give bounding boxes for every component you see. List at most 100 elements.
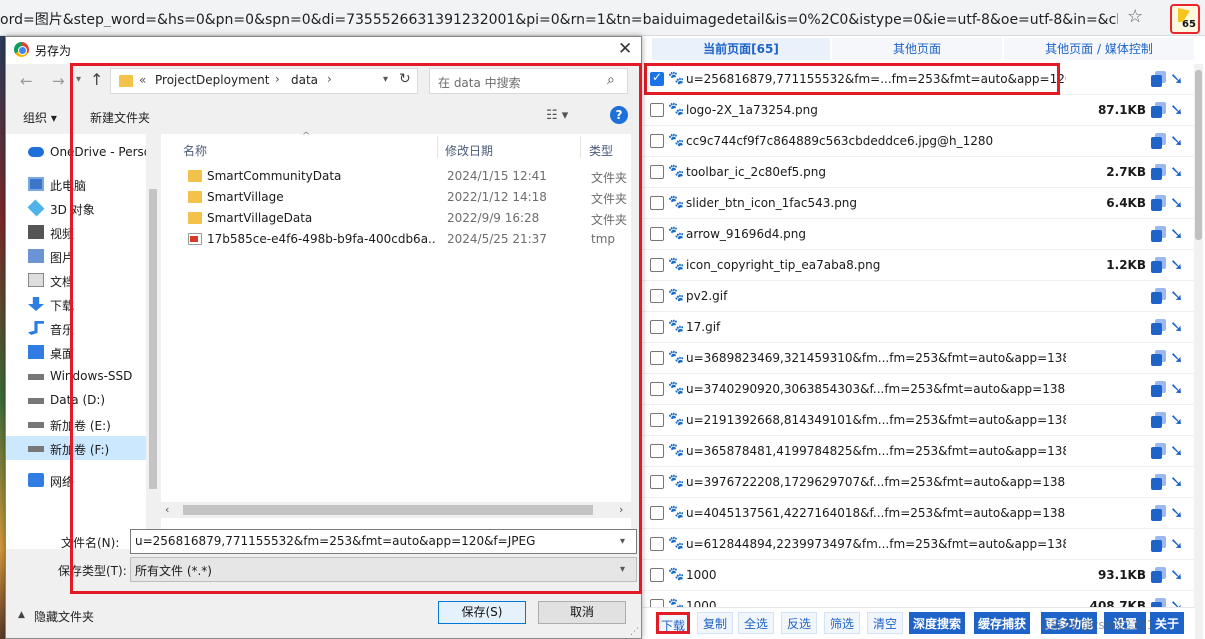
computer-icon bbox=[28, 177, 44, 191]
save-button[interactable]: 保存(S) bbox=[438, 601, 526, 624]
resource-row[interactable]: 🐾 1000 93.1KB ➘ bbox=[642, 560, 1195, 591]
about-button[interactable]: 关于 bbox=[1150, 612, 1184, 634]
copy-link-icon[interactable] bbox=[1151, 474, 1166, 490]
caret-up-icon[interactable]: ▲ bbox=[18, 610, 25, 620]
download-arrow-icon[interactable]: ➘ bbox=[1170, 224, 1183, 243]
copy-link-icon[interactable] bbox=[1151, 226, 1166, 242]
row-checkbox[interactable] bbox=[650, 537, 664, 551]
download-arrow-icon[interactable]: ➘ bbox=[1170, 441, 1183, 460]
address-bar[interactable]: ord=图片&step_word=&hs=0&pn=0&spn=0&di=735… bbox=[0, 0, 1205, 36]
download-arrow-icon[interactable]: ➘ bbox=[1170, 503, 1183, 522]
copy-link-icon[interactable] bbox=[1151, 102, 1166, 118]
deep-search-button[interactable]: 深度搜索 bbox=[909, 612, 965, 634]
download-arrow-icon[interactable]: ➘ bbox=[1170, 193, 1183, 212]
download-arrow-icon[interactable]: ➘ bbox=[1170, 100, 1183, 119]
row-checkbox[interactable] bbox=[650, 320, 664, 334]
url-text[interactable]: ord=图片&step_word=&hs=0&pn=0&spn=0&di=735… bbox=[0, 9, 1118, 27]
row-checkbox[interactable] bbox=[650, 382, 664, 396]
copy-link-icon[interactable] bbox=[1151, 412, 1166, 428]
resize-grip-icon[interactable]: ⋰ bbox=[630, 627, 639, 637]
row-checkbox[interactable] bbox=[650, 289, 664, 303]
panel-scrollbar[interactable] bbox=[1194, 64, 1203, 639]
back-arrow-icon[interactable]: ← bbox=[20, 72, 33, 90]
resource-name: 17.gif bbox=[686, 320, 721, 334]
copy-link-icon[interactable] bbox=[1151, 133, 1166, 149]
resource-row[interactable]: 🐾 u=365878481,4199784825&fm...fm=253&fmt=… bbox=[642, 436, 1195, 467]
resource-row[interactable]: 🐾 u=2191392668,814349101&fm...fm=253&fmt=… bbox=[642, 405, 1195, 436]
resource-row[interactable]: 🐾 u=3740290920,3063854303&f...fm=253&fmt=… bbox=[642, 374, 1195, 405]
copy-link-icon[interactable] bbox=[1151, 195, 1166, 211]
resource-name: u=365878481,4199784825&fm...fm=253&fmt=a… bbox=[686, 444, 1066, 458]
download-arrow-icon[interactable]: ➘ bbox=[1170, 255, 1183, 274]
filter-button[interactable]: 筛选 bbox=[824, 612, 860, 634]
resource-row[interactable]: 🐾 u=3976722208,1729629707&f...fm=253&fmt=… bbox=[642, 467, 1195, 498]
bookmark-star-icon[interactable]: ☆ bbox=[1127, 6, 1147, 28]
copy-link-icon[interactable] bbox=[1151, 381, 1166, 397]
tab-current-page[interactable]: 当前页面[65] bbox=[652, 38, 830, 60]
download-arrow-icon[interactable]: ➘ bbox=[1170, 317, 1183, 336]
download-button[interactable]: 下载 bbox=[656, 612, 690, 634]
download-arrow-icon[interactable]: ➘ bbox=[1170, 410, 1183, 429]
resource-row[interactable]: 🐾 u=3689823469,321459310&fm...fm=253&fmt=… bbox=[642, 343, 1195, 374]
download-arrow-icon[interactable]: ➘ bbox=[1170, 534, 1183, 553]
copy-button[interactable]: 复制 bbox=[697, 612, 733, 634]
resource-row[interactable]: 🐾 cc9c744cf9f7c864889c563cbdeddce6.jpg@h_… bbox=[642, 126, 1195, 157]
select-all-button[interactable]: 全选 bbox=[738, 612, 774, 634]
resource-row[interactable]: 🐾 toolbar_ic_2c80ef5.png 2.7KB ➘ bbox=[642, 157, 1195, 188]
resource-row[interactable]: 🐾 u=4045137561,4227164018&f...fm=253&fmt=… bbox=[642, 498, 1195, 529]
row-checkbox[interactable] bbox=[650, 165, 664, 179]
download-arrow-icon[interactable]: ➘ bbox=[1170, 565, 1183, 584]
copy-link-icon[interactable] bbox=[1151, 164, 1166, 180]
download-arrow-icon[interactable]: ➘ bbox=[1170, 69, 1183, 88]
forward-arrow-icon[interactable]: → bbox=[52, 72, 65, 90]
resource-row[interactable]: 🐾 slider_btn_icon_1fac543.png 6.4KB ➘ bbox=[642, 188, 1195, 219]
close-icon[interactable]: ✕ bbox=[618, 39, 632, 59]
resource-row[interactable]: 🐾 arrow_91696d4.png ➘ bbox=[642, 219, 1195, 250]
resource-name: u=2191392668,814349101&fm...fm=253&fmt=a… bbox=[686, 413, 1066, 427]
row-checkbox[interactable] bbox=[650, 506, 664, 520]
cache-capture-button[interactable]: 缓存捕获 bbox=[974, 612, 1030, 634]
dialog-titlebar[interactable]: 另存为 ✕ bbox=[6, 37, 641, 64]
download-arrow-icon[interactable]: ➘ bbox=[1170, 379, 1183, 398]
clear-button[interactable]: 清空 bbox=[867, 612, 903, 634]
row-checkbox[interactable] bbox=[650, 227, 664, 241]
download-arrow-icon[interactable]: ➘ bbox=[1170, 286, 1183, 305]
row-checkbox[interactable] bbox=[650, 351, 664, 365]
tab-other-pages[interactable]: 其他页面 bbox=[832, 38, 1002, 60]
download-arrow-icon[interactable]: ➘ bbox=[1170, 162, 1183, 181]
row-checkbox[interactable] bbox=[650, 258, 664, 272]
organize-menu[interactable]: 组织 ▾ bbox=[23, 109, 57, 126]
resource-row[interactable]: 🐾 u=612844894,2239973497&fm...fm=253&fmt=… bbox=[642, 529, 1195, 560]
row-checkbox[interactable] bbox=[650, 103, 664, 117]
copy-link-icon[interactable] bbox=[1151, 257, 1166, 273]
download-arrow-icon[interactable]: ➘ bbox=[1170, 131, 1183, 150]
copy-link-icon[interactable] bbox=[1151, 443, 1166, 459]
row-checkbox[interactable] bbox=[650, 568, 664, 582]
copy-link-icon[interactable] bbox=[1151, 350, 1166, 366]
invert-selection-button[interactable]: 反选 bbox=[781, 612, 817, 634]
drive-icon bbox=[28, 398, 44, 404]
copy-link-icon[interactable] bbox=[1151, 288, 1166, 304]
row-checkbox[interactable] bbox=[650, 413, 664, 427]
copy-link-icon[interactable] bbox=[1151, 536, 1166, 552]
resource-row[interactable]: 🐾 17.gif ➘ bbox=[642, 312, 1195, 343]
row-checkbox[interactable] bbox=[650, 444, 664, 458]
resource-row[interactable]: 🐾 icon_copyright_tip_ea7aba8.png 1.2KB ➘ bbox=[642, 250, 1195, 281]
resource-row[interactable]: 🐾 logo-2X_1a73254.png 87.1KB ➘ bbox=[642, 95, 1195, 126]
resource-row[interactable]: 🐾 pv2.gif ➘ bbox=[642, 281, 1195, 312]
copy-link-icon[interactable] bbox=[1151, 319, 1166, 335]
extension-button[interactable]: 65 bbox=[1170, 4, 1200, 34]
download-arrow-icon[interactable]: ➘ bbox=[1170, 348, 1183, 367]
copy-link-icon[interactable] bbox=[1151, 567, 1166, 583]
row-checkbox[interactable] bbox=[650, 196, 664, 210]
copy-link-icon[interactable] bbox=[1151, 505, 1166, 521]
cancel-button[interactable]: 取消 bbox=[538, 601, 626, 624]
download-arrow-icon[interactable]: ➘ bbox=[1170, 472, 1183, 491]
row-checkbox[interactable] bbox=[650, 134, 664, 148]
hide-folders-toggle[interactable]: 隐藏文件夹 bbox=[34, 608, 94, 625]
tab-media-control[interactable]: 其他页面 / 媒体控制 bbox=[1004, 38, 1194, 60]
row-checkbox[interactable] bbox=[650, 475, 664, 489]
drive-icon bbox=[28, 446, 44, 452]
copy-link-icon[interactable] bbox=[1151, 71, 1166, 87]
panel-scrollbar-thumb[interactable] bbox=[1195, 70, 1202, 240]
